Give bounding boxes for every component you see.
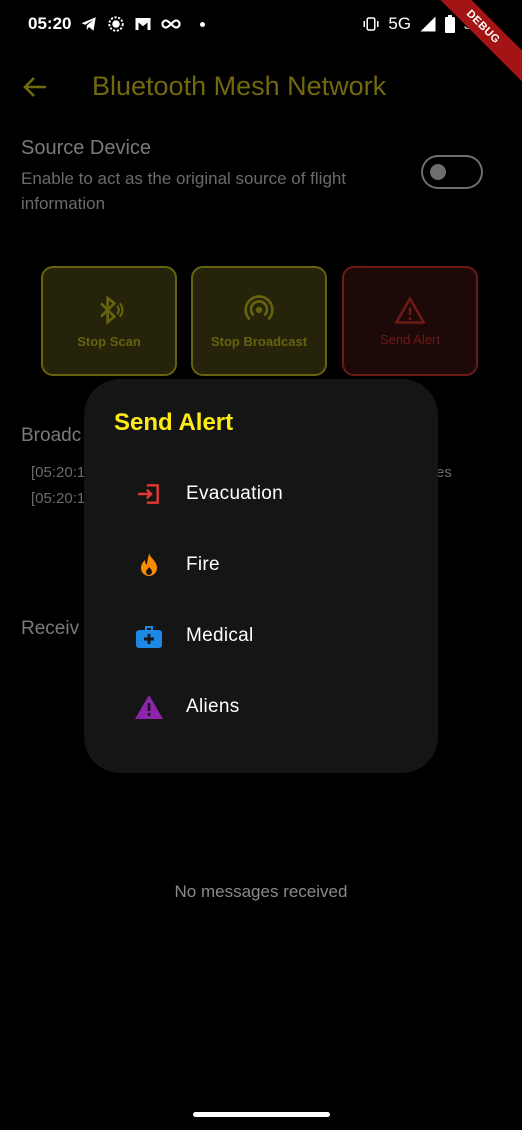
source-device-subtitle: Enable to act as the original source of … <box>21 169 347 213</box>
stop-broadcast-label: Stop Broadcast <box>210 333 308 349</box>
stop-broadcast-button[interactable]: Stop Broadcast <box>191 266 327 376</box>
warning-triangle-icon <box>134 692 164 722</box>
battery-icon <box>445 15 456 33</box>
toggle-knob <box>430 164 446 180</box>
option-label: Fire <box>186 554 220 575</box>
dialog-title: Send Alert <box>114 409 234 436</box>
send-alert-label: Send Alert <box>380 331 440 347</box>
home-indicator[interactable] <box>193 1112 330 1117</box>
source-device-toggle[interactable] <box>421 155 483 189</box>
broadcast-log-line: [05:20:1 <box>31 464 86 481</box>
no-messages-text: No messages received <box>174 882 348 901</box>
broadcast-section-title: Broadc <box>21 425 82 446</box>
send-alert-button[interactable]: Send Alert <box>342 266 478 376</box>
option-fire[interactable]: Fire <box>84 535 438 595</box>
stop-scan-label: Stop Scan <box>77 333 141 349</box>
broadcast-log-line: [05:20:1 <box>31 490 86 507</box>
fire-icon <box>134 550 164 580</box>
broadcast-log-trailing: es <box>436 464 452 481</box>
bluetooth-searching-icon <box>100 294 124 325</box>
stop-scan-button[interactable]: Stop Scan <box>41 266 177 376</box>
option-label: Medical <box>186 625 254 646</box>
option-label: Aliens <box>186 696 240 717</box>
network-type: 5G <box>388 14 412 33</box>
notification-icons <box>80 15 205 33</box>
more-dot-icon <box>200 21 205 27</box>
exit-icon <box>134 479 164 509</box>
received-section-title: Receiv <box>21 618 80 639</box>
vibrate-icon <box>363 17 379 31</box>
page-title: Bluetooth Mesh Network <box>92 71 387 101</box>
infinity-icon <box>161 19 181 29</box>
option-aliens[interactable]: Aliens <box>84 677 438 737</box>
broadcast-icon <box>244 294 274 320</box>
source-device-title: Source Device <box>21 137 152 159</box>
cell-signal-icon <box>420 16 436 32</box>
option-medical[interactable]: Medical <box>84 606 438 666</box>
telegram-icon <box>81 17 96 31</box>
signal-app-icon <box>108 16 124 32</box>
gmail-icon <box>135 18 151 30</box>
send-alert-dialog: Send Alert Evacuation Fire Medical Alien… <box>84 379 438 773</box>
back-arrow-icon[interactable] <box>22 75 48 99</box>
option-evacuation[interactable]: Evacuation <box>84 464 438 524</box>
medical-kit-icon <box>134 621 164 651</box>
option-label: Evacuation <box>186 483 284 504</box>
warning-icon <box>395 295 425 324</box>
status-time: 05:20 <box>28 14 72 33</box>
